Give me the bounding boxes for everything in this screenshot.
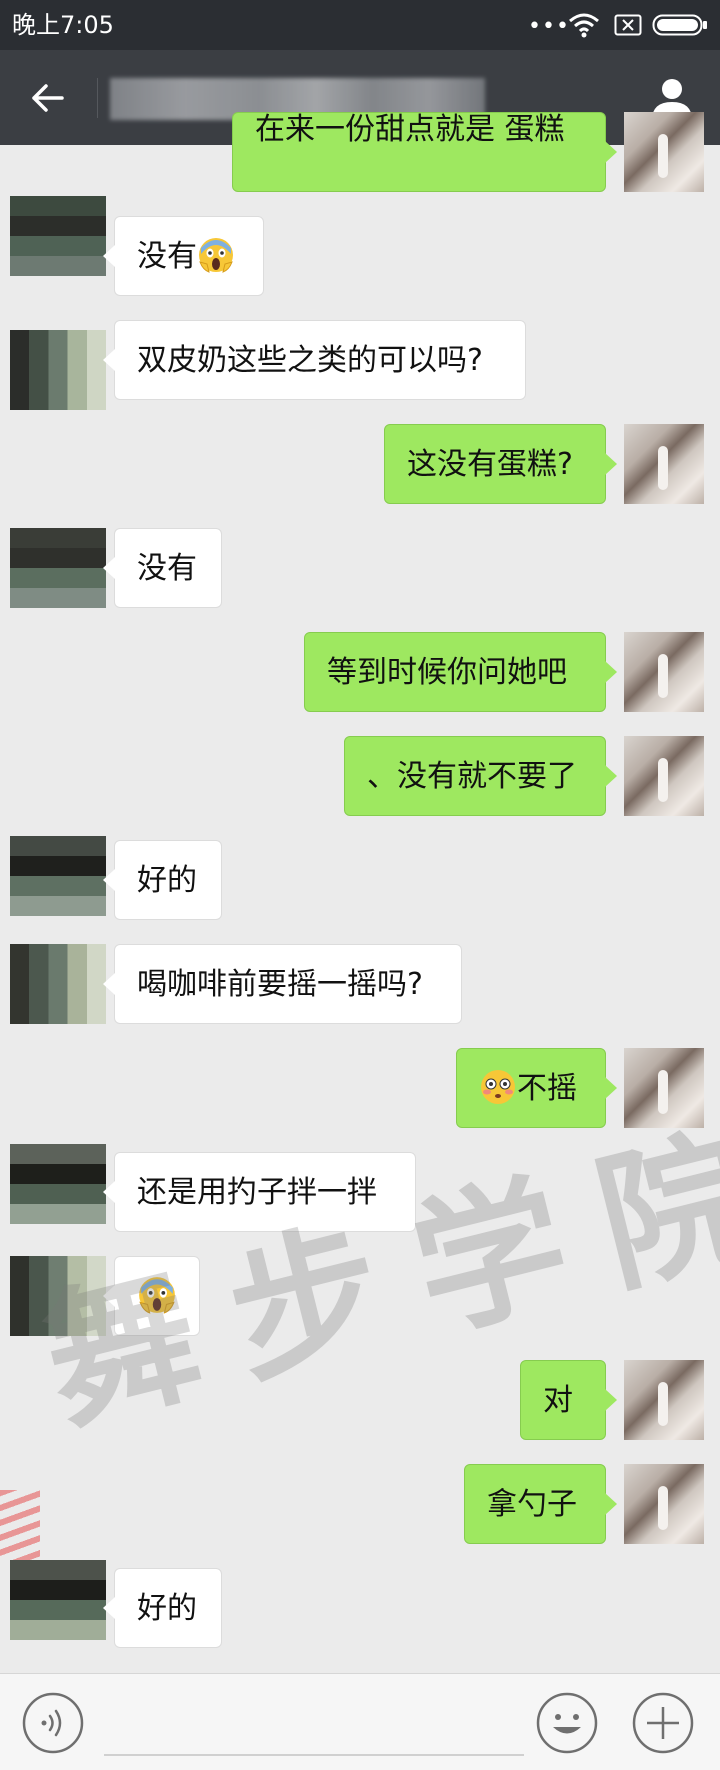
contact-avatar[interactable]	[10, 944, 106, 1024]
message-bubble[interactable]: 好的	[103, 1568, 222, 1648]
message-bubble[interactable]: 没有	[103, 528, 222, 608]
message-bubble[interactable]: 还是用扚子拌一拌	[103, 1152, 416, 1232]
back-arrow-icon[interactable]	[22, 72, 74, 124]
message-bubble[interactable]: 、没有就不要了	[344, 736, 617, 816]
message-text: 拿勺子	[487, 1487, 577, 1522]
message-bubble[interactable]: 喝咖啡前要摇一摇吗?	[103, 944, 462, 1024]
contact-avatar[interactable]	[10, 1144, 106, 1224]
my-avatar[interactable]	[624, 112, 704, 192]
message-bubble[interactable]: 这没有蛋糕?	[384, 424, 617, 504]
sim-icon	[614, 14, 642, 36]
contact-avatar[interactable]	[10, 196, 106, 276]
contact-avatar[interactable]	[10, 528, 106, 608]
my-avatar[interactable]	[624, 1464, 704, 1544]
watermark-stripe	[0, 1490, 40, 1560]
message-text: 等到时候你问她吧	[327, 655, 567, 690]
status-bar: 晚上7:05 •••	[0, 0, 720, 50]
message-bubble[interactable]: 等到时候你问她吧	[304, 632, 617, 712]
message-bubble[interactable]: 在来一份甜点就是 蛋糕	[232, 112, 617, 192]
wifi-icon	[569, 13, 599, 38]
message-text: 好的	[137, 863, 197, 898]
message-text: 对	[543, 1383, 573, 1418]
face-screaming-in-fear-icon	[139, 1276, 175, 1314]
message-text: 这没有蛋糕?	[407, 447, 573, 482]
message-bubble[interactable]	[103, 1256, 200, 1336]
message-bubble[interactable]: 没有	[103, 216, 264, 296]
voice-icon[interactable]	[22, 1692, 84, 1754]
status-time: 晚上7:05	[12, 11, 114, 39]
message-bubble[interactable]: 拿勺子	[464, 1464, 617, 1544]
smiley-icon[interactable]	[536, 1692, 598, 1754]
my-avatar[interactable]	[624, 1360, 704, 1440]
message-text: 不摇	[517, 1071, 577, 1106]
plus-icon[interactable]	[632, 1692, 694, 1754]
contact-avatar[interactable]	[10, 330, 106, 410]
message-bubble[interactable]: 好的	[103, 840, 222, 920]
battery-icon	[652, 14, 707, 36]
message-text: 双皮奶这些之类的可以吗?	[137, 343, 483, 378]
message-input[interactable]	[104, 1694, 524, 1756]
flushed-face-icon	[481, 1069, 515, 1104]
face-screaming-in-fear-icon	[199, 237, 233, 273]
message-text: 、没有就不要了	[367, 759, 577, 794]
contact-avatar[interactable]	[10, 836, 106, 916]
header-divider	[97, 78, 98, 118]
message-text: 在来一份甜点就是 蛋糕	[255, 112, 565, 147]
message-text: 没有	[137, 551, 197, 586]
my-avatar[interactable]	[624, 632, 704, 712]
message-text: 好的	[137, 1591, 197, 1626]
message-bubble[interactable]: 不摇	[456, 1048, 617, 1128]
message-bubble[interactable]: 对	[520, 1360, 617, 1440]
message-text: 喝咖啡前要摇一摇吗?	[137, 967, 423, 1002]
input-bar	[0, 1673, 720, 1770]
message-text: 没有	[137, 239, 197, 274]
my-avatar[interactable]	[624, 424, 704, 504]
contact-avatar[interactable]	[10, 1256, 106, 1336]
my-avatar[interactable]	[624, 1048, 704, 1128]
my-avatar[interactable]	[624, 736, 704, 816]
contact-avatar[interactable]	[10, 1560, 106, 1640]
message-text: 还是用扚子拌一拌	[137, 1175, 377, 1210]
message-bubble[interactable]: 双皮奶这些之类的可以吗?	[103, 320, 526, 400]
more-indicator: •••	[528, 14, 570, 39]
